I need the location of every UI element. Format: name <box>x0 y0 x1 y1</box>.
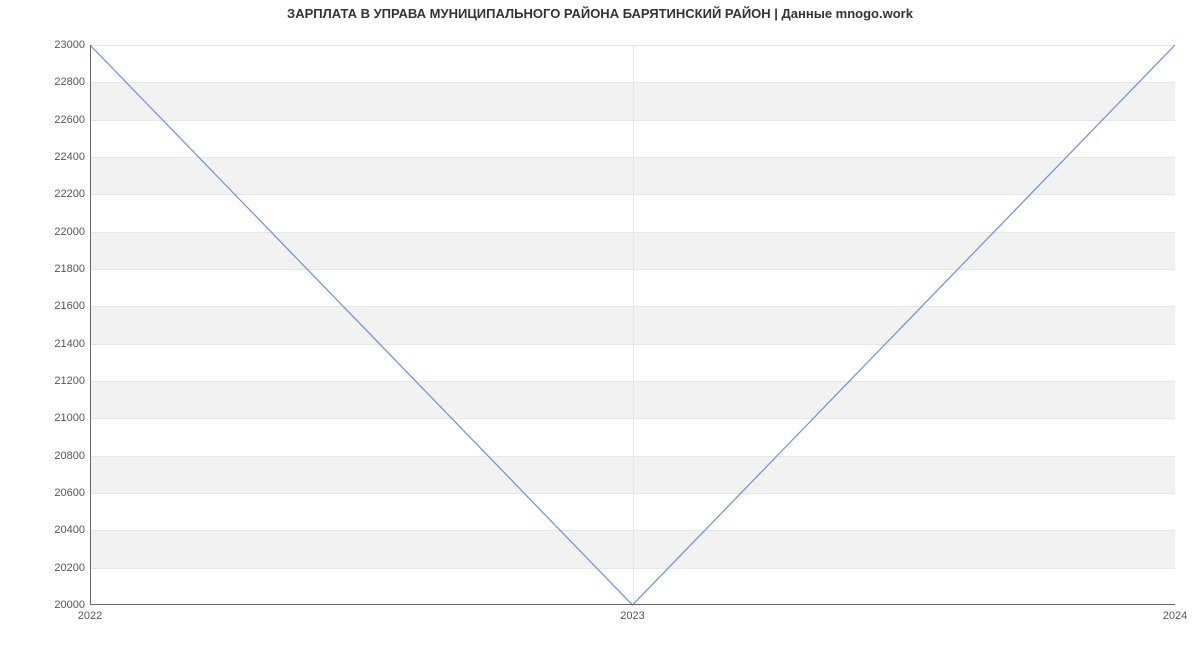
plot-area <box>90 45 1175 605</box>
y-axis-line <box>90 45 91 605</box>
y-tick-label: 21000 <box>35 412 85 424</box>
y-tick-label: 21400 <box>35 338 85 350</box>
y-tick-label: 22200 <box>35 188 85 200</box>
y-tick-label: 23000 <box>35 39 85 51</box>
y-tick-label: 21600 <box>35 300 85 312</box>
x-tick-label: 2022 <box>78 610 102 622</box>
y-tick-label: 20400 <box>35 524 85 536</box>
y-tick-label: 22600 <box>35 114 85 126</box>
x-axis-line <box>90 604 1175 605</box>
y-tick-label: 22800 <box>35 76 85 88</box>
chart-container: ЗАРПЛАТА В УПРАВА МУНИЦИПАЛЬНОГО РАЙОНА … <box>0 0 1200 650</box>
y-tick-label: 21800 <box>35 263 85 275</box>
y-tick-label: 21200 <box>35 375 85 387</box>
y-tick-label: 22400 <box>35 151 85 163</box>
x-tick-label: 2024 <box>1163 610 1187 622</box>
y-tick-label: 20200 <box>35 562 85 574</box>
line-series <box>90 45 1175 605</box>
y-tick-label: 20800 <box>35 450 85 462</box>
y-tick-label: 20600 <box>35 487 85 499</box>
y-tick-label: 22000 <box>35 226 85 238</box>
chart-title: ЗАРПЛАТА В УПРАВА МУНИЦИПАЛЬНОГО РАЙОНА … <box>0 6 1200 21</box>
x-tick-label: 2023 <box>620 610 644 622</box>
